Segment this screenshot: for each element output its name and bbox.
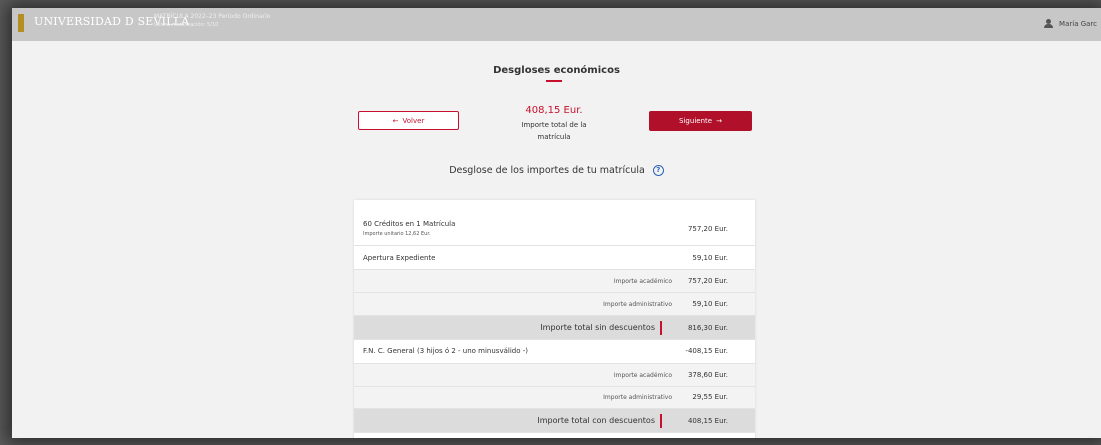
user-name: María Garc [1059,19,1097,28]
row-label: F.N. C. General (3 hijos ó 2 - uno minus… [363,347,528,355]
row-label: Importe académico [613,372,672,379]
row-amount: 757,20 Eur. [687,225,728,233]
row-amount: 408,15 Eur. [687,417,728,425]
breakdown-heading: Desglose de los importes de tu matrícula… [12,165,1101,176]
question-circle-icon[interactable]: ? [652,165,664,176]
row-label: Importe total sin descuentos [540,323,655,332]
row-label: 60 Créditos en 1 Matrícula [363,220,456,228]
table-row: Importe académico 757,20 Eur. [354,270,755,293]
row-label: Importe administrativo [603,301,672,308]
row-label: Importe total con descuentos [537,416,655,425]
table-row: Importe académico 378,60 Eur. [354,364,755,387]
row-amount: 59,10 Eur. [692,300,728,308]
arrow-left-icon: ← [392,116,399,125]
row-label: Importe administrativo [603,394,672,401]
back-button-label: Volver [402,116,425,125]
total-marker [660,414,662,428]
breakdown-title: Desglose de los importes de tu matrícula [449,165,645,176]
row-amount: 378,60 Eur. [687,371,728,379]
title-underline [546,80,562,82]
next-button-label: Siguiente [679,117,713,125]
table-row: 60 Créditos en 1 Matrícula Importe unita… [354,200,755,246]
table-row: Apertura Expediente 59,10 Eur. [354,246,755,270]
total-amount: 408,15 Eur. [525,105,583,116]
table-row: Importe total con descuentos 408,15 Eur. [354,409,755,433]
user-icon [1044,19,1054,28]
row-amount: 816,30 Eur. [687,324,728,332]
total-amount-label: Importe total de la matrícula [521,121,587,141]
row-label: Apertura Expediente [363,254,436,262]
total-marker [660,321,662,335]
last-modified: Última modificación: 5/10 [154,22,219,28]
page-title: Desgloses económicos [493,65,620,76]
row-amount: 29,55 Eur. [692,393,728,401]
enrollment-period: MATRÍCULA 2022–23 Período Ordinario [154,13,271,20]
row-sublabel: Importe unitario 12,62 Eur. [363,231,431,237]
breakdown-table: 60 Créditos en 1 Matrícula Importe unita… [354,200,755,438]
row-amount: 757,20 Eur. [687,277,728,285]
row-amount: -408,15 Eur. [685,347,728,355]
next-button[interactable]: Siguiente → [649,111,752,131]
table-row: Importe administrativo 29,55 Eur. [354,387,755,409]
user-menu[interactable]: María Garc [1044,19,1097,28]
arrow-right-icon: → [716,117,722,125]
top-header: UNIVERSIDAD D SEVILLA MATRÍCULA 2022–23 … [12,8,1101,41]
table-row: F.N. C. General (3 hijos ó 2 - uno minus… [354,340,755,364]
table-row: Importe total sin descuentos 816,30 Eur. [354,316,755,340]
table-row: Importe administrativo 59,10 Eur. [354,293,755,316]
app-window: UNIVERSIDAD D SEVILLA MATRÍCULA 2022–23 … [12,8,1101,438]
back-button[interactable]: ← Volver [358,111,459,130]
row-amount: 59,10 Eur. [692,254,728,262]
row-label: Importe académico [613,278,672,285]
university-logo-icon [18,14,24,32]
